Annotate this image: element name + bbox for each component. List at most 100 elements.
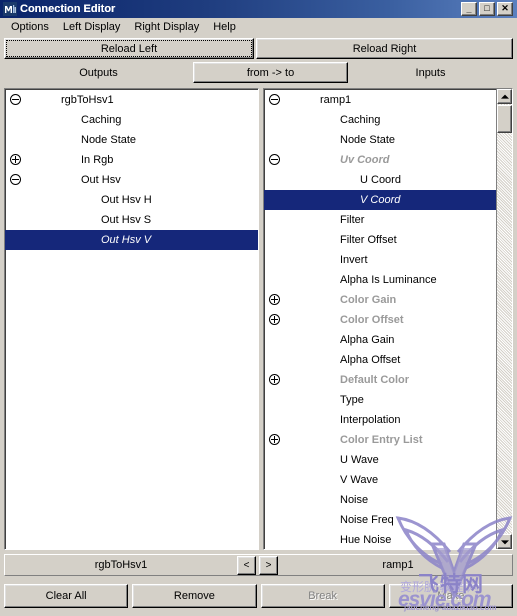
minimize-button[interactable]: _ [461,2,477,16]
inputs-tree-item-row[interactable]: Noise [264,490,496,510]
collapse-icon[interactable] [10,94,21,105]
connection-editor-window: Connection Editor _ □ ✕ Options Left Dis… [0,0,517,616]
inputs-tree-item-row[interactable]: Interpolation [264,410,496,430]
inputs-tree-item-row-label: Interpolation [340,413,401,426]
title-bar[interactable]: Connection Editor _ □ ✕ [0,0,517,18]
inputs-tree-item-row-label: Caching [340,113,381,126]
maya-app-icon [3,2,17,16]
expand-icon[interactable] [269,294,280,305]
window-controls: _ □ ✕ [461,2,513,16]
inputs-tree-item-row-label: U Coord [360,173,401,186]
inputs-tree-item-row-label: V Coord [360,193,401,206]
inputs-label: Inputs [415,66,446,79]
right-node-name: ramp1 [382,559,414,571]
chevron-down-icon [500,539,509,544]
inputs-tree-item-row[interactable]: Noise Freq [264,510,496,530]
expand-icon[interactable] [269,434,280,445]
scroll-down-button[interactable] [497,534,512,549]
outputs-tree[interactable]: rgbToHsv1 Caching Node State In Rgb Out Hsv O… [5,89,258,250]
outputs-tree-item-row[interactable]: Out Hsv S [5,210,258,230]
collapse-icon[interactable] [269,154,280,165]
outputs-tree-item-row[interactable]: Out Hsv [5,170,258,190]
inputs-tree-item-row[interactable]: V Wave [264,470,496,490]
reload-toolbar: Reload Left Reload Right [0,38,517,59]
minimize-icon: _ [466,4,472,14]
clear-all-button[interactable]: Clear All [4,584,129,608]
window-title: Connection Editor [20,3,116,15]
inputs-tree-item-row[interactable]: Alpha Offset [264,350,496,370]
outputs-tree-item-row[interactable]: Out Hsv H [5,190,258,210]
outputs-tree-item-row-label: In Rgb [81,153,114,166]
inputs-tree-item-row[interactable]: U Wave [264,450,496,470]
maximize-icon: □ [484,3,490,13]
remove-button[interactable]: Remove [132,584,257,608]
inputs-tree-item-row[interactable]: Filter Offset [264,230,496,250]
inputs-tree-item-row-label: ramp1 [320,93,352,106]
inputs-tree-item-row-label: Node State [340,133,396,146]
inputs-tree[interactable]: ramp1 Caching Node State Uv Coord U Coord V C… [264,89,496,549]
inputs-tree-item-row[interactable]: ramp1 [264,90,496,110]
outputs-label: Outputs [79,66,118,79]
inputs-tree-item-row-label: Filter [340,213,365,226]
nav-prev-button[interactable]: < [237,555,256,575]
outputs-tree-item-row[interactable]: Caching [5,110,258,130]
inputs-tree-item-row[interactable]: Filter [264,210,496,230]
menu-item-options[interactable]: Options [4,20,56,35]
tree-panes: rgbToHsv1 Caching Node State In Rgb Out Hsv O… [4,88,513,550]
maximize-button[interactable]: □ [479,2,495,16]
menu-item-right-display[interactable]: Right Display [127,20,206,35]
collapse-icon[interactable] [10,174,21,185]
inputs-tree-item-row-label: Alpha Gain [340,333,395,346]
scroll-up-button[interactable] [497,89,512,104]
close-button[interactable]: ✕ [497,2,513,16]
menu-bar: Options Left Display Right Display Help [0,18,517,36]
outputs-tree-item-row-label: Caching [81,113,122,126]
outputs-tree-item-row-label: Out Hsv H [101,193,152,206]
make-button[interactable]: Make [388,584,513,608]
outputs-tree-item-row-label: Out Hsv S [101,213,152,226]
inputs-tree-item-row[interactable]: Color Offset [264,310,496,330]
inputs-tree-item-row[interactable]: Invert [264,250,496,270]
menu-item-left-display[interactable]: Left Display [56,20,127,35]
scrollbar-thumb[interactable] [497,105,512,133]
inputs-tree-item-row-label: Color Entry List [340,433,423,446]
inputs-tree-item-row-label: Alpha Offset [340,353,401,366]
outputs-tree-item-row-label: Node State [81,133,137,146]
direction-button[interactable]: from -> to [193,62,348,83]
outputs-tree-item-row-label: Out Hsv [81,173,121,186]
outputs-tree-item-row[interactable]: Out Hsv V [5,230,258,250]
inputs-tree-item-row[interactable]: U Coord [264,170,496,190]
inputs-tree-item-row[interactable]: Alpha Gain [264,330,496,350]
expand-icon[interactable] [269,314,280,325]
left-node-name: rgbToHsv1 [94,559,148,571]
break-button[interactable]: Break [260,584,385,608]
expand-icon[interactable] [269,374,280,385]
inputs-tree-item-row-label: Type [340,393,364,406]
nav-next-button[interactable]: > [259,555,278,575]
expand-icon[interactable] [10,154,21,165]
inputs-tree-item-row[interactable]: Node State [264,130,496,150]
inputs-scrollbar[interactable] [496,89,512,549]
collapse-icon[interactable] [269,94,280,105]
inputs-tree-item-row[interactable]: Alpha Is Luminance [264,270,496,290]
outputs-tree-item-row[interactable]: rgbToHsv1 [5,90,258,110]
outputs-tree-item-row[interactable]: In Rgb [5,150,258,170]
inputs-tree-item-row[interactable]: Uv Coord [264,150,496,170]
inputs-tree-item-row[interactable]: Default Color [264,370,496,390]
chevron-up-icon [500,94,509,99]
inputs-tree-item-row[interactable]: Color Gain [264,290,496,310]
inputs-tree-item-row[interactable]: V Coord [264,190,496,210]
inputs-tree-item-row[interactable]: Caching [264,110,496,130]
inputs-tree-item-row-label: Color Gain [340,293,397,306]
outputs-tree-item-row[interactable]: Node State [5,130,258,150]
inputs-tree-item-row[interactable]: Hue Noise [264,530,496,549]
inputs-tree-item-row-label: Filter Offset [340,233,397,246]
menu-item-help[interactable]: Help [206,20,243,35]
inputs-pane[interactable]: ramp1 Caching Node State Uv Coord U Coord V C… [263,88,513,550]
inputs-tree-item-row[interactable]: Type [264,390,496,410]
reload-right-button[interactable]: Reload Right [256,38,513,59]
outputs-pane[interactable]: rgbToHsv1 Caching Node State In Rgb Out Hsv O… [4,88,259,550]
inputs-tree-item-row-label: Noise Freq [340,513,394,526]
inputs-tree-item-row[interactable]: Color Entry List [264,430,496,450]
reload-left-button[interactable]: Reload Left [4,38,254,59]
